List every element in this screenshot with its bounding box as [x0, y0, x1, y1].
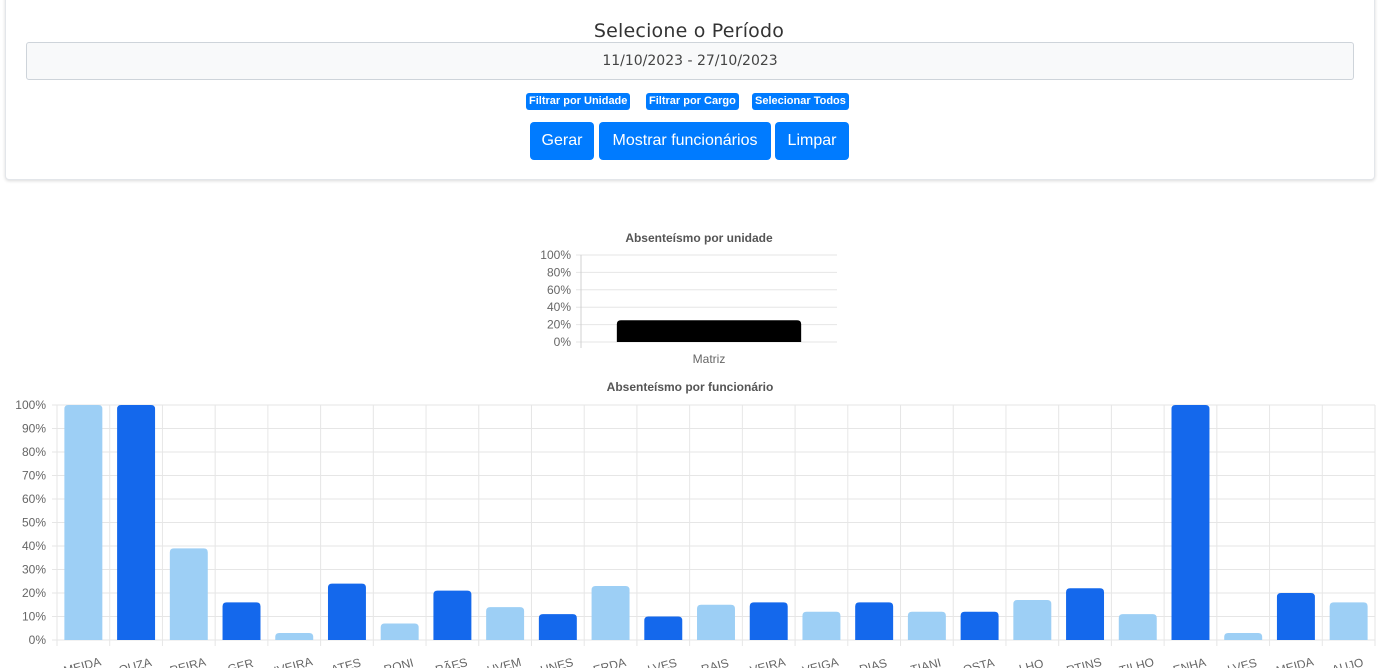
x-tick-label: RAIS	[700, 656, 731, 668]
bar-employee-19	[1013, 600, 1052, 640]
bar-employee-16	[855, 602, 894, 640]
x-tick-label: REIRA	[168, 655, 207, 668]
employee-absenteeism-chart: Absenteísmo por funcionário 0% 10% 20% 30% 40…	[15, 380, 1376, 668]
x-tick-label: RONI	[382, 655, 415, 668]
x-tick-label: VEIRA	[748, 655, 786, 668]
bar-employee-4	[222, 602, 261, 640]
x-tick-label: MEIDA	[1275, 654, 1315, 668]
x-tick-label: UNES	[539, 655, 575, 668]
bar-employee-12	[644, 616, 683, 640]
x-tick-label: ENHA	[1172, 655, 1208, 668]
x-tick-label: GER	[226, 656, 255, 668]
bar-employee-3	[169, 548, 208, 640]
y-tick-label: 10%	[22, 610, 46, 624]
y-tick-label: 60%	[22, 492, 46, 506]
y-tick-label: 40%	[22, 539, 46, 553]
y-tick-label: 20%	[22, 586, 46, 600]
bar-employee-6	[327, 583, 366, 640]
x-tick-label: AUJO	[1330, 655, 1365, 668]
bar-employee-18	[960, 611, 999, 640]
x-tick-label: ERDA	[592, 655, 628, 668]
x-tick-label: LVES	[1226, 656, 1258, 668]
x-tick-label: TIANI	[909, 655, 942, 668]
y-tick-label: 90%	[22, 422, 46, 436]
x-tick-label: OUZA	[117, 655, 153, 668]
y-tick-label: 100%	[15, 398, 46, 412]
bar-employee-24	[1276, 593, 1315, 640]
x-tick-label: OSTA	[961, 655, 995, 668]
x-tick-label: RÃES	[434, 655, 469, 668]
bar-employee-14	[749, 602, 788, 640]
y-tick-label: 30%	[22, 563, 46, 577]
chart-title: Absenteísmo por funcionário	[607, 380, 774, 394]
x-tick-label: IVEIRA	[272, 654, 314, 668]
bar-employee-15	[802, 611, 841, 640]
bar-employee-2	[117, 405, 156, 640]
bar-employee-11	[591, 585, 630, 640]
y-tick-label: 0%	[29, 633, 47, 647]
x-tick-label: VEIGA	[801, 655, 840, 668]
bar-employee-10	[538, 614, 577, 640]
y-tick-label: 50%	[22, 516, 46, 530]
x-tick-label: MEIDA	[62, 654, 102, 668]
bar-employee-9	[486, 607, 525, 640]
bar-employee-21	[1118, 614, 1157, 640]
bar-employee-17	[907, 611, 946, 640]
bar-employee-13	[697, 604, 735, 640]
bar-employee-22	[1171, 405, 1210, 640]
x-tick-label: UVEM	[486, 655, 523, 668]
x-tick-label: RTINS	[1065, 655, 1103, 668]
bar-employee-5	[275, 632, 314, 640]
bar-employee-23	[1224, 632, 1263, 640]
x-tick-label: LHO	[1018, 656, 1045, 668]
x-tick-label: TILHO	[1118, 655, 1156, 668]
y-tick-label: 80%	[22, 445, 46, 459]
bar-employee-1	[64, 405, 103, 640]
bar-employee-8	[433, 590, 472, 640]
x-tick-label: LVES	[646, 656, 678, 668]
bar-employee-7	[380, 623, 419, 640]
bar-employee-20	[1066, 588, 1105, 640]
y-tick-label: 70%	[22, 469, 46, 483]
x-tick-label: DIAS	[858, 656, 889, 668]
bar-employee-25	[1329, 602, 1368, 640]
x-tick-label: ATES	[329, 655, 362, 668]
